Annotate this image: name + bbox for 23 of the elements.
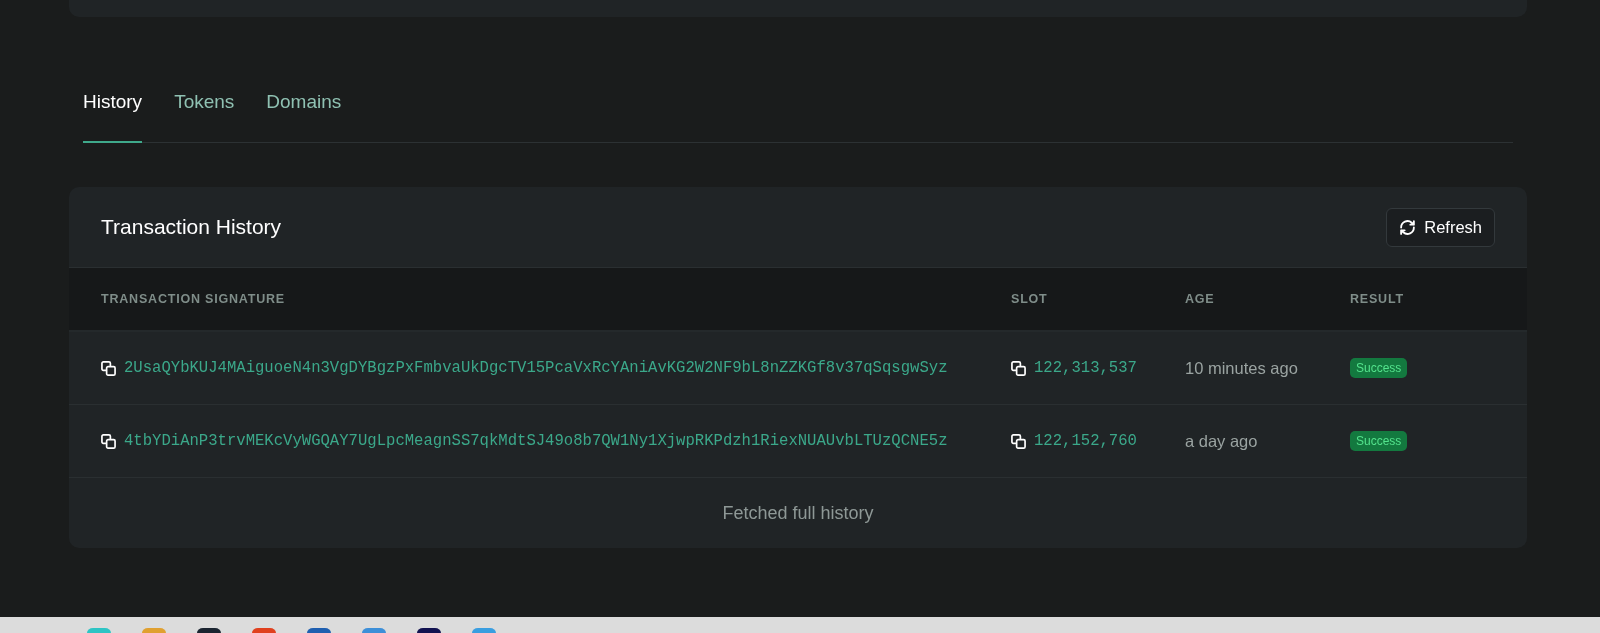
column-header: SLOT [1011, 292, 1049, 306]
age-text: 10 minutes ago [1185, 358, 1298, 378]
signature-link[interactable]: 2UsaQYbKUJ4MAiguoeN4n3VgDYBgzPxFmbvaUkDgcTV15PcaVxRcYAniAvKG2W2NF9bL8nZZKGf8v37qSqsgwSyz [124, 359, 948, 377]
tab[interactable]: Domains [266, 79, 342, 143]
age-text: a day ago [1185, 431, 1258, 451]
slot-link[interactable]: 122,313,537 [1034, 359, 1137, 377]
copy-icon[interactable] [1011, 433, 1026, 449]
column-header: RESULT [1350, 292, 1405, 306]
tab[interactable]: Tokens [174, 79, 235, 143]
column-header: AGE [1185, 292, 1216, 306]
copy-icon[interactable] [1011, 360, 1026, 376]
refresh-button[interactable]: Refresh [1386, 207, 1495, 247]
column-header: TRANSACTION SIGNATURE [101, 292, 286, 306]
status-text: Fetched full history [722, 502, 874, 524]
refresh-icon [1399, 218, 1417, 236]
copy-icon[interactable] [101, 360, 116, 376]
slot-link[interactable]: 122,152,760 [1034, 432, 1137, 450]
tab[interactable]: History [83, 79, 143, 143]
card-title: Transaction History [101, 215, 282, 239]
result-badge: Success [1350, 358, 1408, 378]
signature-link[interactable]: 4tbYDiAnP3trvMEKcVyWGQAY7UgLpcMeagnSS7qkMdtSJ49o8b7QW1Ny1XjwpRKPdzh1RiexNUAUvbLTUzQCNE5z [124, 432, 948, 450]
copy-icon[interactable] [101, 433, 116, 449]
result-badge: Success [1350, 431, 1408, 451]
